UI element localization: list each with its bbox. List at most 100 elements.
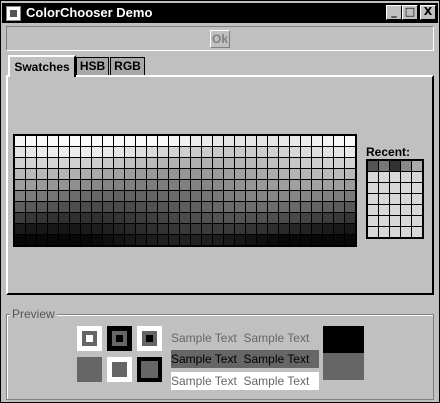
swatch-cell[interactable] bbox=[70, 213, 80, 223]
swatch-cell[interactable] bbox=[213, 224, 223, 234]
swatch-cell[interactable] bbox=[15, 202, 25, 212]
swatch-cell[interactable] bbox=[158, 191, 168, 201]
swatch-cell[interactable] bbox=[224, 169, 234, 179]
swatch-cell[interactable] bbox=[213, 235, 223, 245]
swatch-cell[interactable] bbox=[136, 235, 146, 245]
swatch-cell[interactable] bbox=[136, 147, 146, 157]
swatch-cell[interactable] bbox=[81, 224, 91, 234]
swatch-cell[interactable] bbox=[191, 224, 201, 234]
swatch-cell[interactable] bbox=[301, 202, 311, 212]
swatch-cell[interactable] bbox=[213, 147, 223, 157]
swatch-cell[interactable] bbox=[235, 213, 245, 223]
swatch-cell[interactable] bbox=[268, 147, 278, 157]
swatch-cell[interactable] bbox=[301, 191, 311, 201]
swatch-cell[interactable] bbox=[180, 202, 190, 212]
swatch-cell[interactable] bbox=[312, 136, 322, 146]
swatch-cell[interactable] bbox=[224, 235, 234, 245]
swatch-cell[interactable] bbox=[312, 191, 322, 201]
swatch-cell[interactable] bbox=[169, 202, 179, 212]
swatch-cell[interactable] bbox=[246, 180, 256, 190]
swatch-cell[interactable] bbox=[268, 158, 278, 168]
swatch-cell[interactable] bbox=[81, 147, 91, 157]
swatch-cell[interactable] bbox=[257, 169, 267, 179]
swatch-cell[interactable] bbox=[180, 235, 190, 245]
swatch-cell[interactable] bbox=[279, 158, 289, 168]
swatch-cell[interactable] bbox=[48, 136, 58, 146]
swatch-cell[interactable] bbox=[379, 194, 389, 204]
swatch-cell[interactable] bbox=[213, 213, 223, 223]
swatch-cell[interactable] bbox=[15, 224, 25, 234]
swatch-cell[interactable] bbox=[290, 202, 300, 212]
swatch-cell[interactable] bbox=[412, 205, 422, 215]
swatch-cell[interactable] bbox=[103, 235, 113, 245]
swatch-cell[interactable] bbox=[169, 158, 179, 168]
swatch-cell[interactable] bbox=[312, 147, 322, 157]
swatch-cell[interactable] bbox=[180, 136, 190, 146]
swatch-cell[interactable] bbox=[268, 224, 278, 234]
swatch-cell[interactable] bbox=[125, 224, 135, 234]
swatch-cell[interactable] bbox=[26, 191, 36, 201]
swatch-cell[interactable] bbox=[125, 147, 135, 157]
swatch-cell[interactable] bbox=[59, 235, 69, 245]
swatch-cell[interactable] bbox=[169, 147, 179, 157]
close-button[interactable]: X bbox=[420, 5, 436, 20]
swatch-cell[interactable] bbox=[224, 147, 234, 157]
swatch-cell[interactable] bbox=[279, 191, 289, 201]
swatch-cell[interactable] bbox=[301, 180, 311, 190]
swatch-cell[interactable] bbox=[26, 224, 36, 234]
swatch-cell[interactable] bbox=[290, 213, 300, 223]
swatch-cell[interactable] bbox=[323, 136, 333, 146]
swatch-cell[interactable] bbox=[401, 205, 411, 215]
swatch-cell[interactable] bbox=[401, 161, 411, 171]
swatch-cell[interactable] bbox=[103, 158, 113, 168]
swatch-cell[interactable] bbox=[390, 161, 400, 171]
swatch-cell[interactable] bbox=[345, 180, 355, 190]
swatch-cell[interactable] bbox=[213, 158, 223, 168]
swatch-cell[interactable] bbox=[323, 213, 333, 223]
swatch-cell[interactable] bbox=[158, 147, 168, 157]
swatch-cell[interactable] bbox=[26, 158, 36, 168]
swatch-cell[interactable] bbox=[191, 147, 201, 157]
swatch-cell[interactable] bbox=[169, 169, 179, 179]
swatch-cell[interactable] bbox=[257, 158, 267, 168]
swatch-cell[interactable] bbox=[26, 147, 36, 157]
swatch-cell[interactable] bbox=[235, 202, 245, 212]
swatch-cell[interactable] bbox=[202, 147, 212, 157]
swatch-cell[interactable] bbox=[390, 205, 400, 215]
swatch-cell[interactable] bbox=[279, 136, 289, 146]
swatch-cell[interactable] bbox=[345, 191, 355, 201]
swatch-cell[interactable] bbox=[401, 194, 411, 204]
swatch-cell[interactable] bbox=[379, 216, 389, 226]
swatch-cell[interactable] bbox=[312, 180, 322, 190]
swatch-cell[interactable] bbox=[290, 136, 300, 146]
swatch-cell[interactable] bbox=[125, 158, 135, 168]
swatch-cell[interactable] bbox=[412, 216, 422, 226]
swatch-cell[interactable] bbox=[48, 169, 58, 179]
swatch-cell[interactable] bbox=[125, 235, 135, 245]
swatch-cell[interactable] bbox=[301, 224, 311, 234]
swatch-cell[interactable] bbox=[125, 191, 135, 201]
swatch-cell[interactable] bbox=[235, 235, 245, 245]
swatch-cell[interactable] bbox=[114, 224, 124, 234]
swatch-cell[interactable] bbox=[59, 224, 69, 234]
swatch-cell[interactable] bbox=[59, 136, 69, 146]
swatch-cell[interactable] bbox=[268, 169, 278, 179]
swatch-cell[interactable] bbox=[334, 191, 344, 201]
swatch-cell[interactable] bbox=[15, 191, 25, 201]
swatch-cell[interactable] bbox=[26, 169, 36, 179]
swatch-cell[interactable] bbox=[345, 202, 355, 212]
swatch-cell[interactable] bbox=[147, 136, 157, 146]
swatch-cell[interactable] bbox=[180, 191, 190, 201]
swatch-cell[interactable] bbox=[246, 191, 256, 201]
swatch-cell[interactable] bbox=[81, 180, 91, 190]
swatch-cell[interactable] bbox=[390, 216, 400, 226]
swatch-cell[interactable] bbox=[368, 205, 378, 215]
swatch-cell[interactable] bbox=[114, 158, 124, 168]
swatch-cell[interactable] bbox=[81, 235, 91, 245]
swatch-cell[interactable] bbox=[125, 169, 135, 179]
swatch-cell[interactable] bbox=[301, 169, 311, 179]
swatch-cell[interactable] bbox=[290, 158, 300, 168]
swatch-cell[interactable] bbox=[345, 169, 355, 179]
swatch-cell[interactable] bbox=[70, 136, 80, 146]
swatch-cell[interactable] bbox=[279, 202, 289, 212]
